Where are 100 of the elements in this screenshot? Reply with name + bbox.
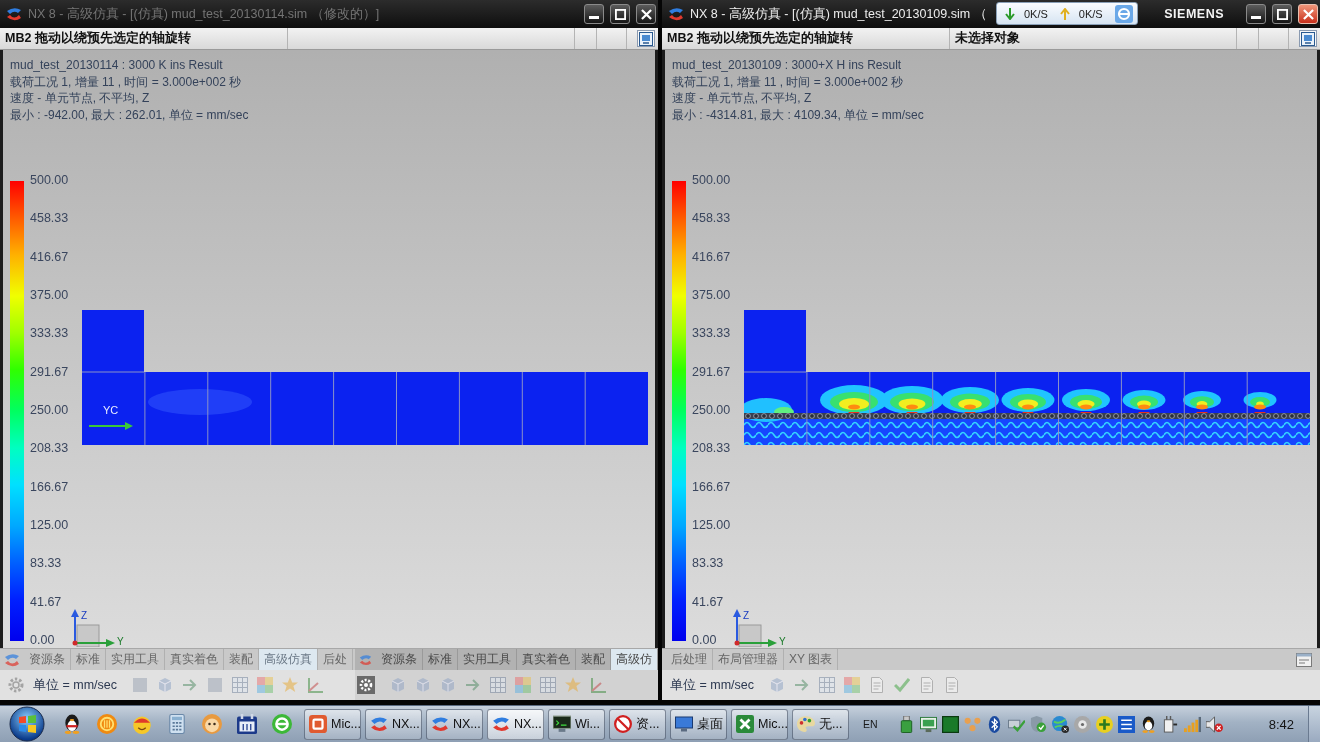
result-info-line: mud_test_20130109 : 3000+X H ins Result (672, 57, 903, 74)
grid-icon[interactable] (232, 677, 248, 693)
maximize-button[interactable] (610, 4, 630, 24)
start-orb-icon[interactable] (9, 706, 45, 742)
swirl-icon (492, 715, 510, 733)
page-icon[interactable] (919, 677, 935, 693)
close-button[interactable] (636, 4, 656, 24)
close-icon (1302, 8, 1314, 20)
scale-label: 375.00 (692, 288, 731, 303)
taskbar-button[interactable]: Wi... (548, 708, 605, 740)
maximize-icon (614, 8, 626, 20)
scale-label: 83.33 (30, 556, 63, 572)
taskbar-button[interactable]: NX... (426, 708, 483, 740)
unit-label: 单位 = mm/sec (670, 676, 754, 694)
result-info-line: 载荷工况 1, 增量 11 , 时间 = 3.000e+002 秒 (10, 73, 243, 90)
taskbar-button[interactable]: NX... (365, 708, 422, 740)
browser-icon[interactable] (1114, 4, 1133, 23)
shield-check-icon[interactable] (1029, 715, 1047, 733)
cube-icon[interactable] (769, 677, 785, 693)
smiley-icon[interactable] (132, 714, 152, 734)
page-icon[interactable] (944, 677, 960, 693)
cue-line: MB2 拖动以绕预先选定的轴旋转 (667, 30, 853, 47)
grid-icon[interactable] (540, 677, 556, 693)
grid-icon[interactable] (819, 677, 835, 693)
minimize-icon (1251, 16, 1261, 19)
calculator-icon[interactable] (167, 714, 187, 734)
browser-icon[interactable] (272, 714, 292, 734)
swirl-icon (4, 651, 20, 668)
desktop-icon (675, 715, 693, 733)
scale-label: 333.33 (692, 326, 731, 342)
check-icon[interactable] (894, 677, 910, 693)
palette-icon[interactable] (844, 677, 860, 693)
brand-wordmark: SIEMENS (1164, 7, 1224, 21)
axis-icon[interactable] (590, 677, 606, 693)
cube-icon[interactable] (440, 677, 456, 693)
upload-speed: 0K/S (1077, 7, 1104, 20)
result-info-line: 载荷工况 1, 增量 11 , 时间 = 3.000e+002 秒 (672, 73, 905, 90)
maximize-button[interactable] (1272, 4, 1292, 24)
language-indicator[interactable]: EN (863, 718, 878, 730)
star-icon[interactable] (565, 677, 581, 693)
palette-icon[interactable] (515, 677, 531, 693)
scale-label: 333.33 (30, 326, 69, 342)
cube-icon[interactable] (390, 677, 406, 693)
axis-label: Z (81, 610, 88, 621)
penguin-icon[interactable] (1139, 715, 1157, 733)
taskbar-button[interactable]: NX... (487, 708, 544, 740)
star-icon[interactable] (282, 677, 298, 693)
cube-icon[interactable] (415, 677, 431, 693)
arrow-icon[interactable] (794, 677, 810, 693)
coin-icon[interactable] (97, 714, 117, 734)
arrow-icon[interactable] (182, 677, 198, 693)
ribbon-tab[interactable]: 高级仿 (611, 649, 658, 670)
dialog-icon[interactable] (1296, 652, 1312, 667)
scale-label: 208.33 (692, 441, 731, 457)
plus-circle-icon[interactable] (1095, 715, 1113, 733)
result-info-line: 最小 : -942.00, 最大 : 262.01, 单位 = mm/sec (10, 106, 250, 123)
ribbon-tab[interactable]: 高级仿真 (259, 649, 318, 670)
penguin-icon[interactable] (62, 714, 82, 734)
axis-label: Y (779, 636, 786, 647)
taskbar-button[interactable]: 资... (609, 708, 666, 740)
plug-icon[interactable] (1161, 715, 1179, 733)
view-toggle-button[interactable] (637, 30, 655, 47)
no-entry-icon (614, 715, 632, 733)
speaker-muted-icon[interactable] (1205, 715, 1223, 733)
scale-label: 250.00 (30, 402, 69, 418)
calendar-icon[interactable] (237, 714, 257, 734)
taskbar-button[interactable]: Mic... (304, 708, 361, 740)
axis-icon[interactable] (307, 677, 323, 693)
axis-label: Y (117, 636, 124, 647)
show-desktop-button[interactable] (1308, 706, 1320, 742)
square-icon[interactable] (941, 715, 959, 733)
page-icon[interactable] (869, 677, 885, 693)
scale-label: 0.00 (692, 632, 718, 648)
cube-icon[interactable] (157, 677, 173, 693)
status-line: 未选择对象 (955, 30, 1020, 47)
taskbar-button[interactable]: Mic... (731, 708, 788, 740)
view-toggle-button[interactable] (1299, 30, 1317, 47)
grid-icon[interactable] (490, 677, 506, 693)
clock[interactable]: 8:42 (1268, 716, 1294, 732)
up-arrow-icon (1059, 7, 1070, 20)
face-icon[interactable] (202, 714, 222, 734)
dots-icon[interactable] (963, 715, 981, 733)
window-title: NX 8 - 高级仿真 - [(仿真) mud_test_20130114.sim （修改的）] (28, 5, 380, 23)
gear-icon[interactable] (357, 676, 375, 694)
list-icon[interactable] (1117, 715, 1135, 733)
globe-icon[interactable] (1051, 715, 1069, 733)
arrow-icon[interactable] (465, 677, 481, 693)
minimize-button[interactable] (584, 4, 604, 24)
taskbar-button[interactable]: 桌面 (670, 708, 727, 740)
signal-bars-icon[interactable] (1183, 715, 1201, 733)
cue-line: MB2 拖动以绕预先选定的轴旋转 (5, 30, 191, 47)
monitor-icon[interactable] (919, 715, 937, 733)
minimize-button[interactable] (1246, 4, 1266, 24)
axis-arrow-icon (89, 422, 133, 430)
palette-icon (797, 715, 815, 733)
window-title: NX 8 - 高级仿真 - [(仿真) mud_test_20130109.sim （ (690, 5, 987, 23)
unit-label: 单位 = mm/sec (33, 676, 117, 694)
download-speed: 0K/S (1023, 7, 1049, 20)
palette-icon[interactable] (257, 677, 273, 693)
taskbar-button[interactable]: 无... (792, 708, 849, 740)
